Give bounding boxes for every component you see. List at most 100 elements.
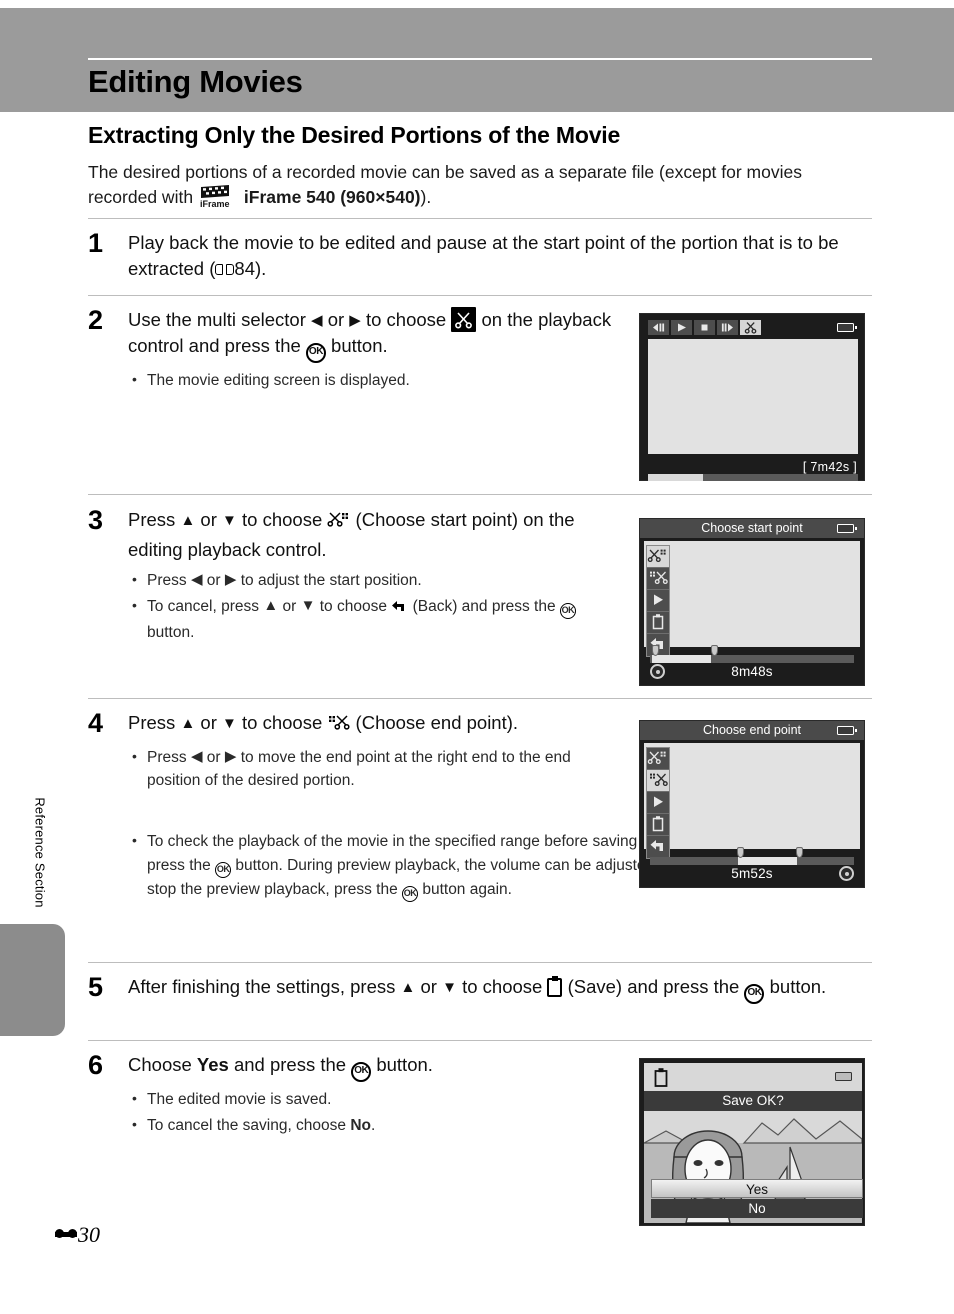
- timeline-pin-right[interactable]: [711, 645, 718, 656]
- save-icon: [547, 976, 563, 997]
- step-4-text-4: (Choose end point).: [350, 712, 519, 733]
- scissors-icon[interactable]: [740, 320, 761, 335]
- screen-choose-start-point: Choose start point 8m48s: [639, 518, 865, 686]
- section-thumb-tab: [0, 924, 65, 1036]
- timeline-selected-range: [652, 655, 712, 663]
- no-label-inline: No: [350, 1117, 372, 1134]
- stop-icon[interactable]: [694, 320, 715, 335]
- ok-button-icon: OK: [744, 984, 765, 1004]
- iframe-icon: iFrame: [198, 185, 244, 209]
- battery-icon: [837, 524, 857, 533]
- step-4-text-1: Press: [128, 712, 181, 733]
- start-point-time: 8m48s: [731, 664, 773, 679]
- ok-button-icon: OK: [305, 343, 326, 363]
- choose-end-icon: [327, 713, 350, 740]
- editing-playback-menu[interactable]: [646, 747, 670, 859]
- yes-label-inline: Yes: [196, 1054, 229, 1075]
- step-1-text: Play back the movie to be edited and pau…: [128, 230, 872, 282]
- list-item: Press ◀ or ▶ to adjust the start positio…: [128, 568, 618, 592]
- battery-icon: [835, 1072, 852, 1081]
- choose-end-icon[interactable]: [647, 568, 669, 590]
- down-arrow-icon: ▼: [442, 979, 457, 996]
- ok-button-icon: OK: [215, 862, 232, 878]
- step-5-text-1: After finishing the settings, press: [128, 976, 401, 997]
- ok-button-icon: OK: [351, 1062, 372, 1082]
- start-point-timeline[interactable]: [650, 655, 854, 663]
- step-3-b2-1: To cancel, press: [147, 598, 264, 615]
- step-4-b2-1: To check the playback of the movie in th…: [147, 833, 713, 850]
- screen-save-confirm: Save OK? Yes No: [639, 1058, 865, 1226]
- scissors-icon: [451, 307, 477, 332]
- down-arrow-icon: ▼: [222, 715, 237, 732]
- step-6-text-1: Choose: [128, 1054, 197, 1075]
- preview-play-icon[interactable]: [647, 590, 669, 612]
- rewind-icon[interactable]: [648, 320, 669, 335]
- save-confirm-banner: Save OK?: [644, 1091, 862, 1111]
- left-arrow-icon: ◀: [190, 748, 203, 765]
- list-item: The movie editing screen is displayed.: [128, 368, 618, 392]
- step-3-text-3: to choose: [236, 509, 328, 530]
- save-icon[interactable]: [647, 814, 669, 836]
- step-4-text: Press ▲ or ▼ to choose (Choose end point…: [128, 710, 618, 795]
- choose-end-icon[interactable]: [647, 770, 669, 792]
- playback-progress-bar[interactable]: [648, 474, 858, 481]
- up-arrow-icon: ▲: [263, 597, 279, 614]
- multi-selector-icon: [650, 664, 665, 679]
- end-point-timeline[interactable]: [650, 857, 854, 865]
- intro-text-2: ).: [420, 187, 432, 207]
- step-5-text-2: or: [415, 976, 443, 997]
- step-6-bullets: The edited movie is saved. To cancel the…: [128, 1087, 618, 1137]
- editing-playback-menu[interactable]: [646, 545, 670, 657]
- list-item: Press ◀ or ▶ to move the end point at th…: [128, 745, 618, 792]
- step-5-text-3: to choose: [456, 976, 548, 997]
- preview-play-icon[interactable]: [647, 792, 669, 814]
- step-2-text: Use the multi selector ◀ or ▶ to choose …: [128, 307, 618, 395]
- timeline-pin-left[interactable]: [737, 847, 744, 858]
- ok-button-icon: OK: [402, 886, 419, 902]
- page-title: Editing Movies: [88, 64, 303, 99]
- timeline-pin-left[interactable]: [652, 645, 659, 656]
- step-4-b1-2: or: [202, 749, 225, 766]
- section-heading: Extracting Only the Desired Portions of …: [88, 122, 621, 148]
- right-arrow-icon: ▶: [349, 312, 361, 329]
- yes-button[interactable]: Yes: [651, 1179, 863, 1198]
- bullet-marker: •: [132, 832, 137, 848]
- playback-control-strip[interactable]: [648, 320, 761, 335]
- step-4-b2-5: button again.: [418, 881, 512, 898]
- timeline-pin-right[interactable]: [796, 847, 803, 858]
- right-arrow-icon: ▶: [224, 571, 237, 588]
- step-5-text-5: button.: [764, 976, 827, 997]
- screen-title: Choose start point: [640, 519, 864, 538]
- battery-icon: [837, 726, 857, 735]
- step-4-b1-1: Press: [147, 749, 191, 766]
- ok-button-icon: OK: [559, 603, 576, 619]
- step-6-text-2: and press the: [228, 1054, 352, 1075]
- reference-section-label: Reference Section: [32, 797, 48, 908]
- playback-preview-area: [648, 339, 858, 454]
- page-header-band: Editing Movies: [0, 8, 954, 112]
- list-item: To cancel, press ▲ or ▼ to choose (Back)…: [128, 594, 618, 644]
- save-icon[interactable]: [647, 612, 669, 634]
- play-icon[interactable]: [671, 320, 692, 335]
- screen-playback-control: [ 7m42s ]: [639, 313, 865, 481]
- rule-step6-top: [88, 1040, 872, 1041]
- end-point-time: 5m52s: [731, 866, 773, 881]
- choose-start-icon[interactable]: [647, 546, 669, 568]
- playback-timecode: [ 7m42s ]: [802, 460, 857, 474]
- choose-start-icon[interactable]: [647, 748, 669, 770]
- step-3-text-1: Press: [128, 509, 181, 530]
- no-button[interactable]: No: [651, 1199, 863, 1218]
- battery-icon: [837, 323, 857, 332]
- svg-text:iFrame: iFrame: [200, 199, 230, 209]
- header-rule: [88, 58, 872, 60]
- rule-step4-top: [88, 698, 872, 699]
- step-2-bullets: The movie editing screen is displayed.: [128, 368, 618, 392]
- step-4-number: 4: [88, 708, 104, 738]
- back-icon[interactable]: [647, 836, 669, 858]
- down-arrow-icon: ▼: [300, 597, 316, 614]
- forward-icon[interactable]: [717, 320, 738, 335]
- screen-title: Choose end point: [640, 721, 864, 740]
- save-icon: [652, 1067, 670, 1094]
- page-folio: 30: [55, 1222, 100, 1248]
- timeline-selected-range: [737, 857, 797, 865]
